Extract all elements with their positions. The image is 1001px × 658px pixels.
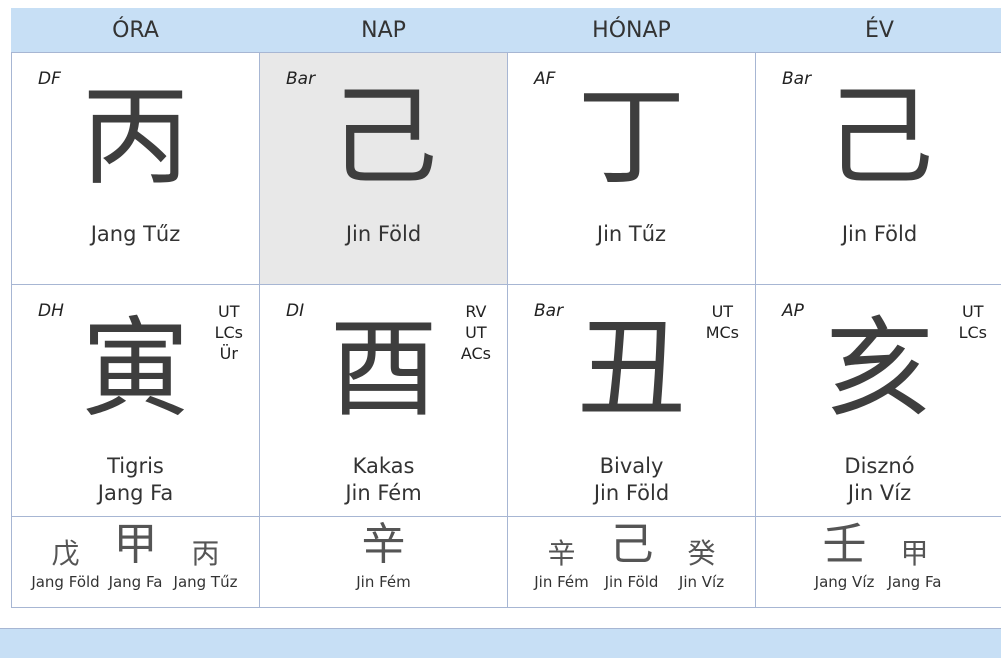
header-day: NAP <box>260 9 508 53</box>
branch-cell-day[interactable]: DI RV UT ACs 酉 Kakas Jin Fém <box>260 285 508 517</box>
hidden-stems-cell-hour: 戊 Jang Föld 甲 Jang Fa 丙 Jang Tűz <box>12 517 260 608</box>
hidden-stem-character: 丙 <box>191 539 219 570</box>
earthly-branch-row: DH UT LCs Ür 寅 Tigris Jang Fa DI RV UT A… <box>12 285 1001 517</box>
stem-cell-year[interactable]: Bar 己 Jin Föld <box>756 53 1001 285</box>
stem-label: Jang Tűz <box>12 221 259 248</box>
hidden-stem[interactable]: 辛 Jin Fém <box>351 521 417 591</box>
hidden-stem-label: Jang Tűz <box>174 573 238 591</box>
stem-character: 丁 <box>508 75 755 201</box>
hidden-stem[interactable]: 甲 Jang Fa <box>882 539 948 592</box>
stem-cell-day[interactable]: Bar 己 Jin Föld <box>260 53 508 285</box>
stem-label: Jin Föld <box>260 221 507 248</box>
branch-label: Bivaly Jin Föld <box>508 453 755 507</box>
header-year: ÉV <box>756 9 1001 53</box>
hidden-stem[interactable]: 癸 Jin Víz <box>669 539 735 592</box>
hidden-stem-label: Jang Fa <box>109 573 163 591</box>
branch-element: Jang Fa <box>12 480 259 507</box>
hidden-stem-character: 己 <box>610 521 654 569</box>
hidden-stem[interactable]: 丙 Jang Tűz <box>173 539 239 592</box>
hidden-stems-cell-month: 辛 Jin Fém 己 Jin Föld 癸 Jin Víz <box>508 517 756 608</box>
stem-cell-hour[interactable]: DF 丙 Jang Tűz <box>12 53 260 285</box>
branch-element: Jin Föld <box>508 480 755 507</box>
hidden-stem-label: Jin Víz <box>679 573 724 591</box>
hidden-stem-label: Jin Föld <box>605 573 659 591</box>
stem-cell-month[interactable]: AF 丁 Jin Tűz <box>508 53 756 285</box>
branch-character: 酉 <box>260 307 507 433</box>
stem-character: 己 <box>756 75 1001 201</box>
hidden-stem[interactable]: 壬 Jang Víz <box>812 521 878 591</box>
hidden-stem-label: Jin Fém <box>534 573 589 591</box>
hidden-stem-label: Jang Víz <box>815 573 875 591</box>
hidden-stem-character: 壬 <box>823 521 867 569</box>
hidden-stem-character: 甲 <box>114 521 158 569</box>
branch-cell-hour[interactable]: DH UT LCs Ür 寅 Tigris Jang Fa <box>12 285 260 517</box>
hidden-stem[interactable]: 戊 Jang Föld <box>33 539 99 592</box>
hidden-stem[interactable]: 己 Jin Föld <box>599 521 665 591</box>
branch-animal: Kakas <box>260 453 507 480</box>
branch-character: 丑 <box>508 307 755 433</box>
stem-label: Jin Föld <box>756 221 1001 248</box>
stem-character: 丙 <box>12 75 259 201</box>
branch-character: 寅 <box>12 307 259 433</box>
hidden-stem-character: 甲 <box>900 539 928 570</box>
branch-element: Jin Fém <box>260 480 507 507</box>
branch-label: Disznó Jin Víz <box>756 453 1001 507</box>
hidden-stem[interactable]: 辛 Jin Fém <box>529 539 595 592</box>
header-hour: ÓRA <box>12 9 260 53</box>
header-month: HÓNAP <box>508 9 756 53</box>
hidden-stem-label: Jin Fém <box>356 573 411 591</box>
branch-label: Tigris Jang Fa <box>12 453 259 507</box>
stem-label: Jin Tűz <box>508 221 755 248</box>
branch-label: Kakas Jin Fém <box>260 453 507 507</box>
branch-element: Jin Víz <box>756 480 1001 507</box>
hidden-stems-row: 戊 Jang Föld 甲 Jang Fa 丙 Jang Tűz 辛 Jin F… <box>12 517 1001 608</box>
pillar-header-row: ÓRA NAP HÓNAP ÉV <box>12 9 1001 53</box>
hidden-stem-character: 辛 <box>547 539 575 570</box>
branch-animal: Bivaly <box>508 453 755 480</box>
heavenly-stem-row: DF 丙 Jang Tűz Bar 己 Jin Föld AF 丁 Jin Tű… <box>12 53 1001 285</box>
hidden-stems-cell-day: 辛 Jin Fém <box>260 517 508 608</box>
hidden-stem[interactable]: 甲 Jang Fa <box>103 521 169 591</box>
bottom-header-bar <box>0 628 1001 658</box>
hidden-stem-label: Jang Fa <box>888 573 942 591</box>
stem-character: 己 <box>260 75 507 201</box>
branch-character: 亥 <box>756 307 1001 433</box>
bazi-chart-table: ÓRA NAP HÓNAP ÉV DF 丙 Jang Tűz Bar 己 Jin… <box>11 8 1001 608</box>
branch-animal: Disznó <box>756 453 1001 480</box>
hidden-stem-label: Jang Föld <box>31 573 99 591</box>
hidden-stem-character: 戊 <box>51 539 79 570</box>
hidden-stem-character: 癸 <box>687 539 715 570</box>
branch-cell-month[interactable]: Bar UT MCs 丑 Bivaly Jin Föld <box>508 285 756 517</box>
branch-animal: Tigris <box>12 453 259 480</box>
hidden-stems-cell-year: 壬 Jang Víz 甲 Jang Fa <box>756 517 1001 608</box>
branch-cell-year[interactable]: AP UT LCs 亥 Disznó Jin Víz <box>756 285 1001 517</box>
hidden-stem-character: 辛 <box>362 521 406 569</box>
